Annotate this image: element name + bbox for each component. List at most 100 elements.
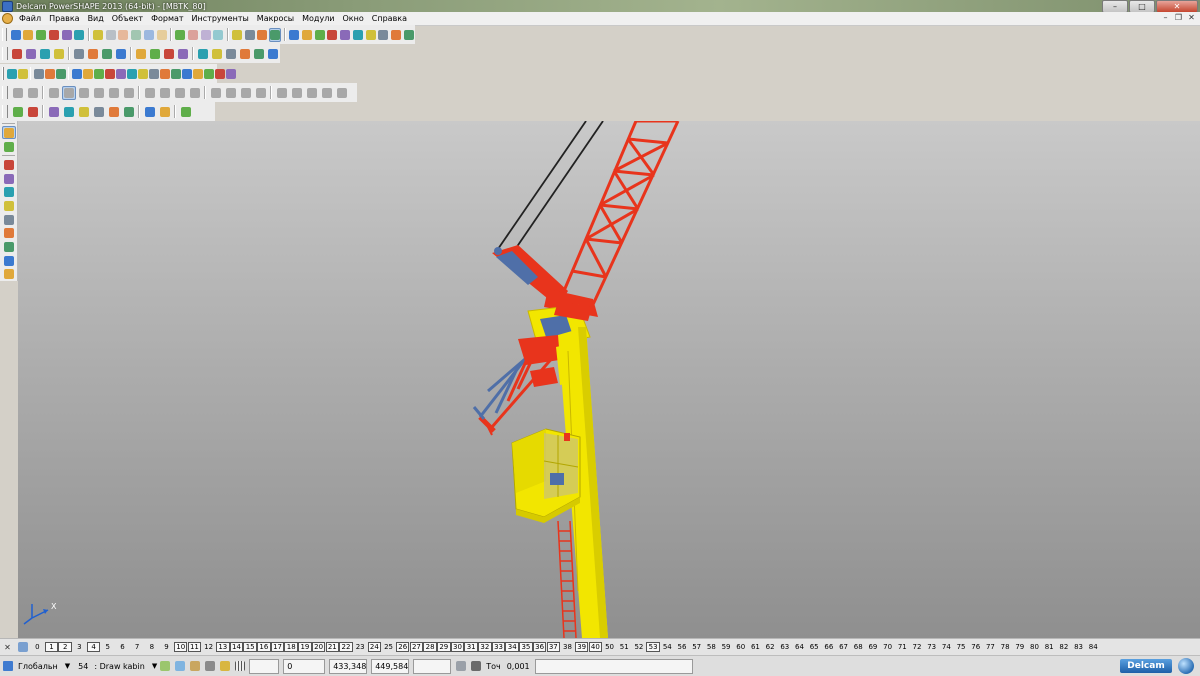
level-78-button[interactable]: 78 — [998, 642, 1013, 652]
view-tool-12-icon[interactable] — [176, 47, 189, 61]
main-tool-30-icon[interactable] — [403, 28, 415, 42]
main-tool-20-icon[interactable] — [269, 27, 282, 42]
level-72-button[interactable]: 72 — [910, 642, 925, 652]
object-tool-11-icon[interactable] — [179, 105, 193, 119]
level-37-button[interactable]: 37 — [546, 642, 561, 652]
level-60-button[interactable]: 60 — [733, 642, 748, 652]
level-9-button[interactable]: 9 — [159, 642, 174, 652]
module-tool-10-icon[interactable] — [115, 67, 126, 81]
view-tool-9-icon[interactable] — [134, 47, 147, 61]
module-tool-11-icon[interactable] — [126, 67, 137, 81]
level-67-button[interactable]: 67 — [836, 642, 851, 652]
lock-icon[interactable] — [203, 659, 217, 673]
main-tool-4-icon[interactable] — [48, 28, 60, 42]
level-39-button[interactable]: 39 — [574, 642, 589, 652]
view-cube-icon[interactable] — [173, 659, 187, 673]
module-tool-17-icon[interactable] — [192, 67, 203, 81]
shading-tool-15-icon[interactable] — [239, 86, 253, 100]
create-tool-10-icon[interactable] — [2, 254, 16, 267]
main-tool-3-icon[interactable] — [35, 28, 47, 42]
main-tool-18-icon[interactable] — [244, 28, 256, 42]
levels-icon[interactable] — [16, 640, 30, 654]
main-tool-19-icon[interactable] — [257, 28, 269, 42]
level-51-button[interactable]: 51 — [617, 642, 632, 652]
view-tool-6-icon[interactable] — [86, 47, 99, 61]
level-17-button[interactable]: 17 — [270, 642, 285, 652]
main-tool-23-icon[interactable] — [314, 28, 326, 42]
level-38-button[interactable]: 38 — [560, 642, 575, 652]
create-tool-5-icon[interactable] — [2, 186, 16, 199]
menu-macros[interactable]: Макросы — [253, 14, 298, 23]
level-76-button[interactable]: 76 — [968, 642, 983, 652]
level-63-button[interactable]: 63 — [778, 642, 793, 652]
module-tool-18-icon[interactable] — [203, 67, 214, 81]
workplane-select[interactable]: Глобальн — [18, 662, 58, 671]
level-61-button[interactable]: 61 — [748, 642, 763, 652]
module-tool-16-icon[interactable] — [181, 67, 192, 81]
module-tool-13-icon[interactable] — [148, 67, 159, 81]
level-21-button[interactable]: 21 — [325, 642, 340, 652]
tolerance-icon[interactable] — [469, 659, 483, 673]
workplane-icon[interactable] — [1, 659, 15, 673]
level-34-button[interactable]: 34 — [505, 642, 519, 652]
view-tool-10-icon[interactable] — [148, 47, 161, 61]
main-tool-26-icon[interactable] — [352, 28, 364, 42]
view-tool-14-icon[interactable] — [210, 47, 223, 61]
level-24-button[interactable]: 24 — [367, 642, 382, 652]
level-31-button[interactable]: 31 — [464, 642, 478, 652]
level-68-button[interactable]: 68 — [851, 642, 866, 652]
box-icon[interactable] — [188, 659, 202, 673]
object-tool-6-icon[interactable] — [92, 105, 106, 119]
main-tool-22-icon[interactable] — [301, 28, 313, 42]
level-66-button[interactable]: 66 — [822, 642, 837, 652]
shading-tool-21-icon[interactable] — [335, 86, 349, 100]
main-tool-6-icon[interactable] — [74, 28, 86, 42]
menu-edit[interactable]: Правка — [45, 14, 83, 23]
shading-tool-4-icon[interactable] — [61, 85, 76, 100]
close-levels-icon[interactable]: ✕ — [1, 640, 15, 654]
toolbar-grip[interactable] — [2, 47, 8, 60]
main-tool-25-icon[interactable] — [339, 28, 351, 42]
level-80-button[interactable]: 80 — [1027, 642, 1042, 652]
level-84-button[interactable]: 84 — [1086, 642, 1101, 652]
view-tool-17-icon[interactable] — [253, 47, 266, 61]
doc-close-button[interactable]: ✕ — [1185, 13, 1198, 23]
level-54-button[interactable]: 54 — [660, 642, 675, 652]
level-1-button[interactable]: 1 — [44, 642, 59, 652]
view-tool-11-icon[interactable] — [162, 47, 175, 61]
level-20-button[interactable]: 20 — [311, 642, 326, 652]
shading-tool-17-icon[interactable] — [275, 86, 289, 100]
calculator-icon[interactable] — [454, 659, 468, 673]
level-82-button[interactable]: 82 — [1057, 642, 1072, 652]
module-tool-3-icon[interactable] — [33, 67, 44, 81]
menu-window[interactable]: Окно — [339, 14, 368, 23]
level-16-button[interactable]: 16 — [257, 642, 271, 652]
level-40-button[interactable]: 40 — [588, 642, 603, 652]
level-25-button[interactable]: 25 — [381, 642, 396, 652]
main-tool-8-icon[interactable] — [105, 28, 117, 42]
level-6-button[interactable]: 6 — [115, 642, 130, 652]
main-tool-13-icon[interactable] — [174, 28, 186, 42]
main-tool-7-icon[interactable] — [92, 28, 104, 42]
toolbar-grip[interactable] — [2, 67, 4, 80]
level-dropdown-icon[interactable]: ▼ — [152, 662, 157, 670]
create-tool-3-icon[interactable] — [2, 159, 16, 172]
shading-tool-9-icon[interactable] — [143, 86, 157, 100]
shading-tool-18-icon[interactable] — [290, 86, 304, 100]
level-27-button[interactable]: 27 — [409, 642, 424, 652]
create-tool-7-icon[interactable] — [2, 213, 16, 226]
object-tool-8-icon[interactable] — [122, 105, 136, 119]
level-59-button[interactable]: 59 — [719, 642, 734, 652]
shading-tool-1-icon[interactable] — [11, 86, 25, 100]
view-tool-15-icon[interactable] — [224, 47, 237, 61]
level-14-button[interactable]: 14 — [229, 642, 244, 652]
module-tool-14-icon[interactable] — [159, 67, 170, 81]
view-tool-3-icon[interactable] — [38, 47, 51, 61]
object-tool-4-icon[interactable] — [62, 105, 76, 119]
level-62-button[interactable]: 62 — [763, 642, 778, 652]
view-tool-4-icon[interactable] — [52, 47, 65, 61]
shading-tool-19-icon[interactable] — [305, 86, 319, 100]
level-8-button[interactable]: 8 — [145, 642, 160, 652]
shading-tool-7-icon[interactable] — [107, 86, 121, 100]
shading-tool-20-icon[interactable] — [320, 86, 334, 100]
